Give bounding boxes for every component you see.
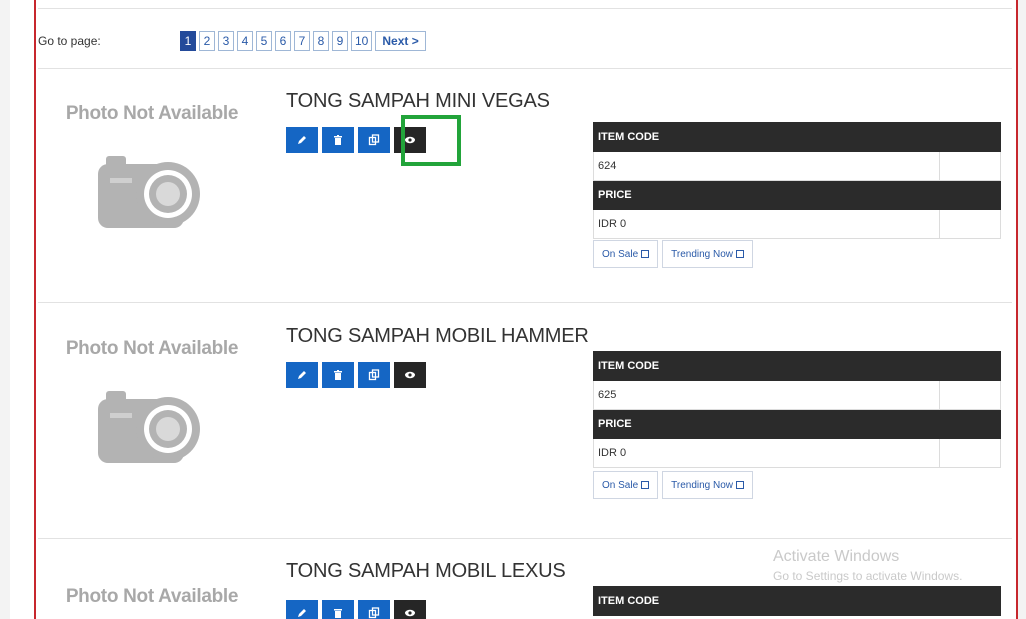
photo-placeholder-text: Photo Not Available: [65, 103, 239, 124]
item-code-value: 624: [593, 151, 940, 181]
trash-icon: [334, 135, 342, 145]
delete-button[interactable]: [322, 600, 354, 619]
product-photo-placeholder: Photo Not Available: [62, 321, 242, 501]
product-actions: [286, 362, 430, 388]
checkbox-icon: [736, 250, 745, 258]
photo-placeholder-text: Photo Not Available: [65, 586, 239, 607]
on-sale-label: On Sale: [602, 479, 639, 491]
eye-icon: [405, 371, 415, 379]
trending-now-label: Trending Now: [671, 248, 734, 260]
divider: [38, 68, 1012, 69]
product-info-table: ITEM CODE: [593, 586, 1001, 616]
pagination: Go to page: 1 2 3 4 5 6 7 8 9 10 Next >: [38, 27, 1018, 55]
product-list-page: Go to page: 1 2 3 4 5 6 7 8 9 10 Next > …: [10, 0, 1018, 619]
product-actions: [286, 600, 430, 619]
page-4-button[interactable]: 4: [237, 31, 253, 51]
trash-icon: [334, 609, 342, 618]
divider: [38, 8, 1012, 9]
price-label: PRICE: [593, 180, 940, 210]
page-1-button[interactable]: 1: [180, 31, 196, 51]
product-card: Photo Not Available TONG SAMPAH MINI VEG…: [38, 70, 1012, 306]
checkbox-icon: [641, 250, 650, 258]
product-photo-placeholder: Photo Not Available: [62, 566, 242, 619]
edit-button[interactable]: [286, 362, 318, 388]
item-code-label: ITEM CODE: [593, 586, 940, 616]
checkbox-icon: [736, 481, 745, 489]
item-code-label: ITEM CODE: [593, 351, 940, 381]
item-code-label: ITEM CODE: [593, 122, 940, 152]
on-sale-toggle[interactable]: On Sale: [593, 471, 659, 499]
page-border-left: [34, 0, 36, 619]
price-label: PRICE: [593, 409, 940, 439]
on-sale-label: On Sale: [602, 248, 639, 260]
product-flags: On Sale Trending Now: [593, 240, 757, 268]
product-info-table: ITEM CODE 624 PRICE IDR 0: [593, 122, 1001, 239]
divider: [38, 302, 1012, 303]
product-title: TONG SAMPAH MOBIL HAMMER: [286, 325, 589, 347]
delete-button[interactable]: [322, 127, 354, 153]
watermark-title: Activate Windows: [773, 548, 900, 565]
pencil-icon: [298, 136, 306, 144]
trending-now-toggle[interactable]: Trending Now: [662, 471, 754, 499]
watermark-subtitle: Go to Settings to activate Windows.: [773, 569, 963, 583]
copy-icon: [368, 369, 380, 381]
page-2-button[interactable]: 2: [199, 31, 215, 51]
trending-now-toggle[interactable]: Trending Now: [662, 240, 754, 268]
pencil-icon: [298, 371, 306, 379]
duplicate-button[interactable]: [358, 127, 390, 153]
duplicate-button[interactable]: [358, 362, 390, 388]
page-border-right: [1016, 0, 1018, 619]
view-button[interactable]: [394, 362, 426, 388]
product-flags: On Sale Trending Now: [593, 471, 757, 499]
product-photo-placeholder: Photo Not Available: [62, 86, 242, 266]
page-6-button[interactable]: 6: [275, 31, 291, 51]
pencil-icon: [298, 609, 306, 617]
page-7-button[interactable]: 7: [294, 31, 310, 51]
eye-icon: [405, 609, 415, 617]
view-button[interactable]: [394, 600, 426, 619]
price-value: IDR 0: [593, 209, 940, 239]
activate-windows-watermark: Activate Windows Go to Settings to activ…: [773, 548, 962, 583]
checkbox-icon: [641, 481, 650, 489]
delete-button[interactable]: [322, 362, 354, 388]
product-card: Photo Not Available TONG SAMPAH MOBIL HA…: [38, 305, 1012, 541]
product-title: TONG SAMPAH MOBIL LEXUS: [286, 560, 566, 582]
pagination-label: Go to page:: [38, 34, 101, 48]
edit-button[interactable]: [286, 127, 318, 153]
edit-button[interactable]: [286, 600, 318, 619]
on-sale-toggle[interactable]: On Sale: [593, 240, 659, 268]
camera-icon: [98, 156, 200, 228]
price-value: IDR 0: [593, 438, 940, 468]
page-3-button[interactable]: 3: [218, 31, 234, 51]
divider: [38, 538, 1012, 539]
photo-placeholder-text: Photo Not Available: [65, 338, 239, 359]
next-page-button[interactable]: Next >: [375, 31, 426, 51]
page-5-button[interactable]: 5: [256, 31, 272, 51]
page-9-button[interactable]: 9: [332, 31, 348, 51]
copy-icon: [368, 607, 380, 619]
page-10-button[interactable]: 10: [351, 31, 373, 51]
trash-icon: [334, 370, 342, 380]
copy-icon: [368, 134, 380, 146]
page-8-button[interactable]: 8: [313, 31, 329, 51]
item-code-value: 625: [593, 380, 940, 410]
product-title: TONG SAMPAH MINI VEGAS: [286, 90, 550, 112]
camera-icon: [98, 391, 200, 463]
duplicate-button[interactable]: [358, 600, 390, 619]
highlight-box: [401, 115, 461, 166]
trending-now-label: Trending Now: [671, 479, 734, 491]
product-info-table: ITEM CODE 625 PRICE IDR 0: [593, 351, 1001, 468]
